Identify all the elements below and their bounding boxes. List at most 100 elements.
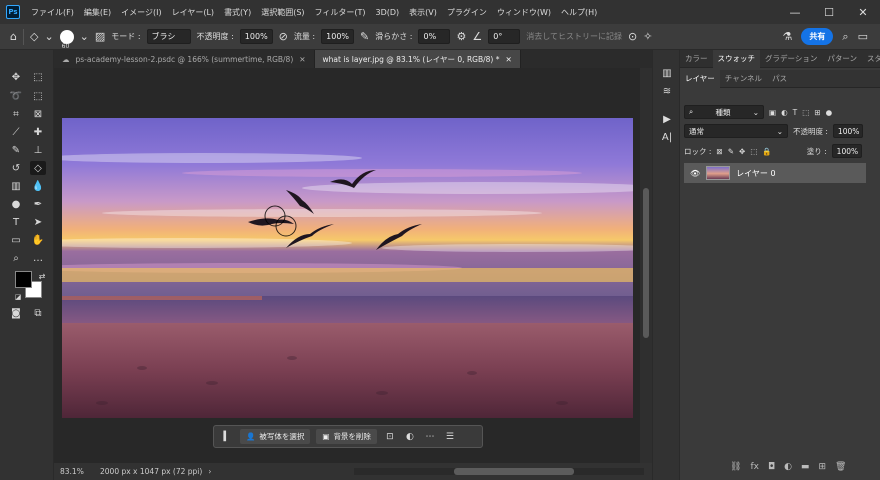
- mode-select[interactable]: ブラシ: [146, 29, 191, 44]
- zoom-level[interactable]: 83.1%: [54, 467, 100, 476]
- frame-tool-icon[interactable]: ⊠: [30, 107, 46, 121]
- filter-smartobject-icon[interactable]: ⊞: [814, 108, 820, 117]
- transform-icon[interactable]: ⊡: [383, 432, 397, 442]
- adjustments-icon[interactable]: ≋: [660, 86, 674, 100]
- link-layers-icon[interactable]: ⛓: [730, 462, 741, 472]
- hand-tool-icon[interactable]: ✋: [30, 233, 46, 247]
- brush-tool-icon[interactable]: ✎: [8, 143, 24, 157]
- lasso-tool-icon[interactable]: ➰: [8, 89, 24, 103]
- tab-layers[interactable]: レイヤー: [680, 69, 720, 88]
- lock-transparency-icon[interactable]: ⊠: [716, 147, 722, 156]
- menu-type[interactable]: 書式(Y): [219, 7, 256, 18]
- select-subject-button[interactable]: 👤 被写体を選択: [240, 429, 311, 444]
- search-icon[interactable]: ⌕: [842, 30, 848, 44]
- history-icon[interactable]: ▥: [660, 68, 674, 82]
- healing-tool-icon[interactable]: ✚: [30, 125, 46, 139]
- menu-plugins[interactable]: プラグイン: [442, 7, 492, 18]
- dodge-tool-icon[interactable]: ●: [8, 197, 24, 211]
- tab-paths[interactable]: パス: [767, 70, 792, 88]
- crop-tool-icon[interactable]: ⌗: [8, 107, 24, 121]
- menu-file[interactable]: ファイル(F): [26, 7, 79, 18]
- zoom-tool-icon[interactable]: ⌕: [8, 251, 24, 265]
- play-actions-icon[interactable]: ▶: [660, 114, 674, 128]
- tab-patterns[interactable]: パターン: [822, 50, 862, 68]
- menu-edit[interactable]: 編集(E): [79, 7, 116, 18]
- tab-what-is-layer[interactable]: what is layer.jpg @ 83.1% (レイヤー 0, RGB/8…: [314, 50, 521, 68]
- opacity-field[interactable]: 100%: [239, 29, 273, 44]
- filter-shape-icon[interactable]: ⬚: [802, 108, 809, 117]
- menu-view[interactable]: 表示(V): [404, 7, 442, 18]
- pressure-size-icon[interactable]: ⊙: [628, 30, 637, 43]
- screen-mode-icon[interactable]: ⧉: [30, 306, 46, 320]
- object-select-tool-icon[interactable]: ⬚: [30, 89, 46, 103]
- brush-preset-picker[interactable]: 60: [59, 29, 74, 50]
- lock-pixels-icon[interactable]: ✎: [728, 147, 734, 156]
- horizontal-scrollbar[interactable]: [354, 468, 644, 475]
- close-window-button[interactable]: ✕: [846, 6, 880, 19]
- blur-tool-icon[interactable]: 💧: [30, 179, 46, 193]
- remove-background-button[interactable]: ▣ 背景を削除: [316, 429, 377, 444]
- tab-channels[interactable]: チャンネル: [720, 70, 767, 88]
- smoothing-field[interactable]: 0%: [418, 29, 451, 44]
- pen-tool-icon[interactable]: ✒: [30, 197, 46, 211]
- new-adjustment-icon[interactable]: ◐: [784, 462, 792, 472]
- chevron-down-icon[interactable]: ⌄: [80, 30, 89, 43]
- new-group-icon[interactable]: ▬: [801, 462, 810, 472]
- menu-filter[interactable]: フィルター(T): [310, 7, 371, 18]
- filter-toggle-icon[interactable]: ●: [826, 108, 833, 117]
- flask-icon[interactable]: ⚗: [783, 30, 793, 43]
- eye-icon[interactable]: 👁: [690, 169, 700, 178]
- filter-pixel-icon[interactable]: ▣: [769, 108, 776, 117]
- stamp-tool-icon[interactable]: ⊥: [30, 143, 46, 157]
- airbrush-icon[interactable]: ✎: [360, 30, 369, 43]
- horizontal-scroll-thumb[interactable]: [454, 468, 574, 475]
- lock-all-icon[interactable]: 🔒: [762, 147, 771, 156]
- flow-field[interactable]: 100%: [321, 29, 355, 44]
- trash-icon[interactable]: 🗑: [835, 462, 846, 472]
- foreground-color-swatch[interactable]: [15, 271, 32, 288]
- angle-field[interactable]: 0°: [488, 29, 521, 44]
- fx-icon[interactable]: fx: [750, 462, 759, 472]
- more-options-icon[interactable]: ⋯: [423, 432, 437, 442]
- workspace-icon[interactable]: ▭: [858, 30, 868, 43]
- move-tool-icon[interactable]: ✥: [8, 70, 24, 84]
- layer-row[interactable]: 👁 レイヤー 0: [684, 163, 866, 183]
- menu-3d[interactable]: 3D(D): [371, 8, 405, 17]
- close-tab-icon[interactable]: ✕: [299, 55, 305, 64]
- tab-styles[interactable]: スタイル: [862, 50, 880, 68]
- default-colors-icon[interactable]: ◪: [10, 290, 26, 304]
- chevron-down-icon[interactable]: ⌄: [44, 30, 53, 43]
- eraser-tool-icon[interactable]: ◇: [30, 161, 46, 175]
- lock-position-icon[interactable]: ✥: [739, 147, 745, 156]
- vertical-scrollbar[interactable]: [640, 68, 652, 463]
- vertical-scroll-thumb[interactable]: [643, 188, 649, 338]
- menu-help[interactable]: ヘルプ(H): [556, 7, 602, 18]
- new-layer-icon[interactable]: ⊞: [818, 462, 826, 472]
- marquee-tool-icon[interactable]: ⬚: [30, 70, 46, 84]
- gradient-tool-icon[interactable]: ▥: [8, 179, 24, 193]
- symmetry-icon[interactable]: ✧: [643, 30, 652, 43]
- eyedropper-tool-icon[interactable]: ⟋: [8, 125, 24, 139]
- menu-window[interactable]: ウィンドウ(W): [492, 7, 556, 18]
- close-tab-icon[interactable]: ✕: [505, 55, 511, 64]
- character-icon[interactable]: A|: [660, 132, 674, 146]
- more-tools-icon[interactable]: …: [30, 251, 46, 265]
- filter-adjustment-icon[interactable]: ◐: [781, 108, 788, 117]
- blend-mode-select[interactable]: 通常 ⌄: [684, 124, 788, 138]
- tab-color[interactable]: カラー: [680, 50, 713, 68]
- eraser-tool-icon[interactable]: ◇: [30, 30, 38, 43]
- settings-sliders-icon[interactable]: ☰: [443, 432, 457, 442]
- tab-swatches[interactable]: スウォッチ: [712, 49, 760, 68]
- maximize-button[interactable]: ☐: [812, 6, 846, 19]
- minimize-button[interactable]: —: [778, 6, 812, 19]
- chevron-right-icon[interactable]: ›: [208, 467, 211, 476]
- path-select-tool-icon[interactable]: ➤: [30, 215, 46, 229]
- filter-type-icon[interactable]: T: [793, 108, 798, 117]
- document-info[interactable]: 2000 px x 1047 px (72 ppi): [100, 467, 202, 476]
- quick-mask-icon[interactable]: ◙: [8, 306, 24, 320]
- layer-name[interactable]: レイヤー 0: [736, 168, 775, 179]
- document-canvas-image[interactable]: [62, 118, 633, 418]
- brush-settings-icon[interactable]: ▨: [95, 30, 105, 43]
- menu-image[interactable]: イメージ(I): [116, 7, 166, 18]
- layer-opacity-field[interactable]: 100%: [832, 124, 863, 138]
